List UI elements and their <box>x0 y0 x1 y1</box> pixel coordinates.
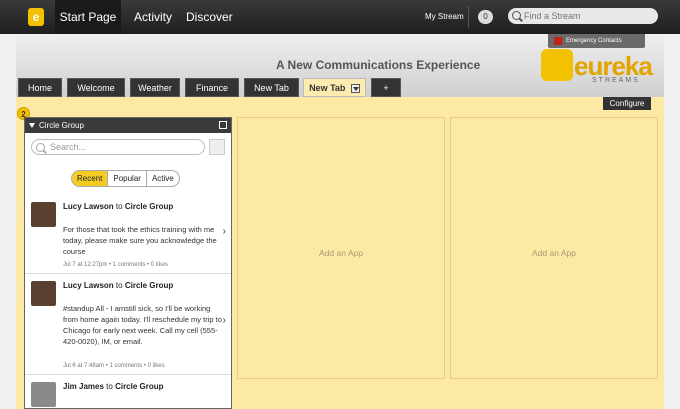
emergency-icon <box>554 37 562 45</box>
filter-recent[interactable]: Recent <box>72 171 108 186</box>
circle-group-widget: Circle Group Search... Recent Popular Ac… <box>24 117 232 409</box>
header-title: A New Communications Experience <box>276 58 481 72</box>
tab-active-label: New Tab <box>309 83 346 93</box>
widget-search-input[interactable]: Search... <box>31 139 205 155</box>
filter-active[interactable]: Active <box>147 171 179 186</box>
configure-button[interactable]: Configure <box>603 97 651 110</box>
list-item[interactable]: Lucy Lawson to Circle Group #standup All… <box>25 275 231 375</box>
post-heading: Lucy Lawson to Circle Group <box>63 280 203 291</box>
post-author[interactable]: Lucy Lawson <box>63 281 114 290</box>
post-group[interactable]: Circle Group <box>125 202 173 211</box>
top-nav-bar: e Start Page Activity Discover My Stream… <box>0 0 680 34</box>
post-group[interactable]: Circle Group <box>115 382 163 391</box>
my-stream-link[interactable]: My Stream <box>425 0 464 34</box>
brand-e-icon <box>541 49 573 81</box>
tab-add[interactable]: + <box>371 78 401 97</box>
post-meta: Jul 6 at 7:48am • 1 comments • 0 likes <box>63 363 165 369</box>
avatar <box>31 281 56 306</box>
add-app-slot[interactable]: Add an App <box>237 117 445 379</box>
add-app-slot[interactable]: Add an App <box>450 117 658 379</box>
tab-new-tab[interactable]: New Tab <box>244 78 299 97</box>
filter-popular[interactable]: Popular <box>107 171 147 186</box>
emergency-label: Emergency Contacts <box>566 38 622 44</box>
nav-divider <box>468 6 469 28</box>
nav-activity[interactable]: Activity <box>134 0 172 34</box>
post-to: to <box>106 382 113 391</box>
list-item[interactable]: Lucy Lawson to Circle Group For those th… <box>25 196 231 274</box>
tab-menu-icon[interactable] <box>350 84 360 94</box>
post-to: to <box>115 202 123 211</box>
app-logo[interactable]: e <box>28 8 44 26</box>
tab-new-tab-active[interactable]: New Tab <box>303 78 366 97</box>
tab-welcome[interactable]: Welcome <box>67 78 125 97</box>
search-icon <box>512 11 521 20</box>
find-stream-input[interactable]: Find a Stream <box>508 8 658 24</box>
chevron-right-icon[interactable]: › <box>223 315 226 326</box>
post-group[interactable]: Circle Group <box>125 281 173 290</box>
expand-icon[interactable] <box>219 121 227 129</box>
post-heading: Jim James to Circle Group <box>63 381 203 392</box>
post-body: #standup All - I amstill sick, so I'll b… <box>63 304 222 346</box>
post-meta: Jul 7 at 12:27pm • 1 comments • 0 likes <box>63 262 168 268</box>
widget-search-placeholder: Search... <box>50 142 87 152</box>
tab-home[interactable]: Home <box>18 78 62 97</box>
avatar <box>31 202 56 227</box>
filter-segment: Recent Popular Active <box>71 170 180 187</box>
post-heading: Lucy Lawson to Circle Group <box>63 201 203 212</box>
avatar <box>31 382 56 407</box>
post-author[interactable]: Lucy Lawson <box>63 202 114 211</box>
notification-count-badge[interactable]: 0 <box>478 10 493 24</box>
nav-start-page[interactable]: Start Page <box>55 0 121 34</box>
emergency-contacts-button[interactable]: Emergency Contacts <box>548 34 645 48</box>
tab-finance[interactable]: Finance <box>185 78 239 97</box>
list-item[interactable]: Jim James to Circle Group <box>25 376 231 408</box>
collapse-triangle-icon[interactable] <box>29 123 35 128</box>
chevron-right-icon[interactable]: › <box>223 226 226 237</box>
search-icon <box>36 143 45 152</box>
nav-discover[interactable]: Discover <box>186 0 233 34</box>
brand-subtitle: STREAMS <box>592 77 640 84</box>
widget-title: Circle Group <box>39 121 84 130</box>
widget-header[interactable]: Circle Group <box>25 118 231 133</box>
widget-post-button[interactable] <box>209 139 225 155</box>
tab-weather[interactable]: Weather <box>130 78 180 97</box>
post-author[interactable]: Jim James <box>63 382 104 391</box>
post-to: to <box>115 281 123 290</box>
post-body: For those that took the ethics training … <box>63 225 217 256</box>
find-stream-placeholder: Find a Stream <box>524 11 581 21</box>
